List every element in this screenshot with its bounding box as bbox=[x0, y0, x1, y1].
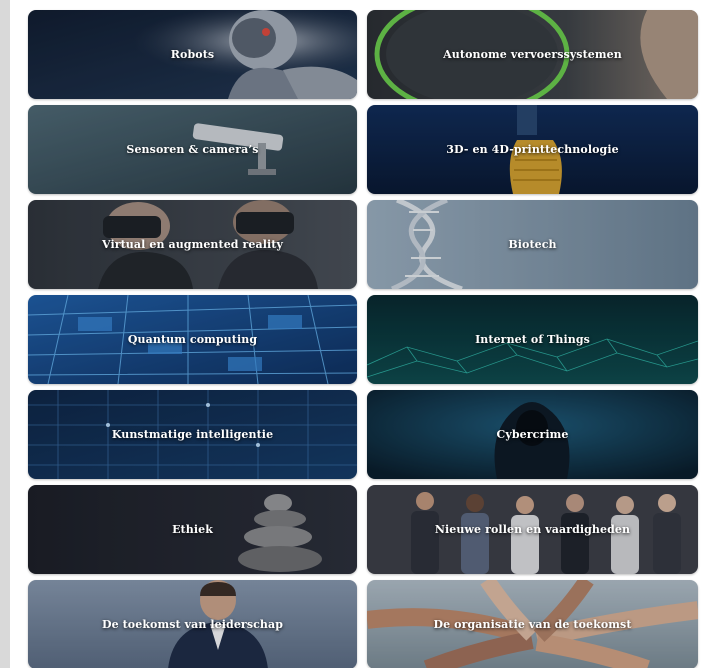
tile-sensoren-cameras[interactable]: Sensoren & camera’s bbox=[28, 105, 357, 194]
tile-label: De toekomst van leiderschap bbox=[101, 618, 284, 631]
tile-autonome-vervoerssystemen[interactable]: Autonome vervoerssystemen bbox=[367, 10, 698, 99]
tile-quantum-computing[interactable]: Quantum computing bbox=[28, 295, 357, 384]
tile-organisatie-toekomst[interactable]: De organisatie van de toekomst bbox=[367, 580, 698, 668]
tile-ethiek[interactable]: Ethiek bbox=[28, 485, 357, 574]
tile-label: Ethiek bbox=[172, 523, 213, 536]
tile-label: Quantum computing bbox=[127, 333, 258, 346]
tile-internet-of-things[interactable]: Internet of Things bbox=[367, 295, 698, 384]
tile-label: Robots bbox=[170, 48, 215, 61]
tile-cybercrime[interactable]: Cybercrime bbox=[367, 390, 698, 479]
tile-label: Sensoren & camera’s bbox=[126, 143, 259, 156]
tile-nieuwe-rollen-vaardigheden[interactable]: Nieuwe rollen en vaardigheden bbox=[367, 485, 698, 574]
tile-label: Cybercrime bbox=[496, 428, 569, 441]
tile-label: Kunstmatige intelligentie bbox=[111, 428, 274, 441]
tile-label: Autonome vervoerssystemen bbox=[443, 48, 622, 61]
page: Robots Autonome vervoerssystemen Sensore… bbox=[0, 0, 713, 668]
tile-kunstmatige-intelligentie[interactable]: Kunstmatige intelligentie bbox=[28, 390, 357, 479]
tile-label: 3D- en 4D-printtechnologie bbox=[446, 143, 619, 156]
tile-label: Internet of Things bbox=[475, 333, 590, 346]
topic-grid: Robots Autonome vervoerssystemen Sensore… bbox=[28, 10, 698, 668]
tile-biotech[interactable]: Biotech bbox=[367, 200, 698, 289]
tile-label: Nieuwe rollen en vaardigheden bbox=[434, 523, 631, 536]
content-panel: Robots Autonome vervoerssystemen Sensore… bbox=[10, 0, 713, 668]
tile-label: Virtual en augmented reality bbox=[102, 238, 283, 251]
tile-virtual-augmented-reality[interactable]: Virtual en augmented reality bbox=[28, 200, 357, 289]
tile-3d-4d-printtechnologie[interactable]: 3D- en 4D-printtechnologie bbox=[367, 105, 698, 194]
tile-toekomst-leiderschap[interactable]: De toekomst van leiderschap bbox=[28, 580, 357, 668]
tile-label: Biotech bbox=[508, 238, 557, 251]
tile-robots[interactable]: Robots bbox=[28, 10, 357, 99]
tile-label: De organisatie van de toekomst bbox=[433, 618, 632, 631]
